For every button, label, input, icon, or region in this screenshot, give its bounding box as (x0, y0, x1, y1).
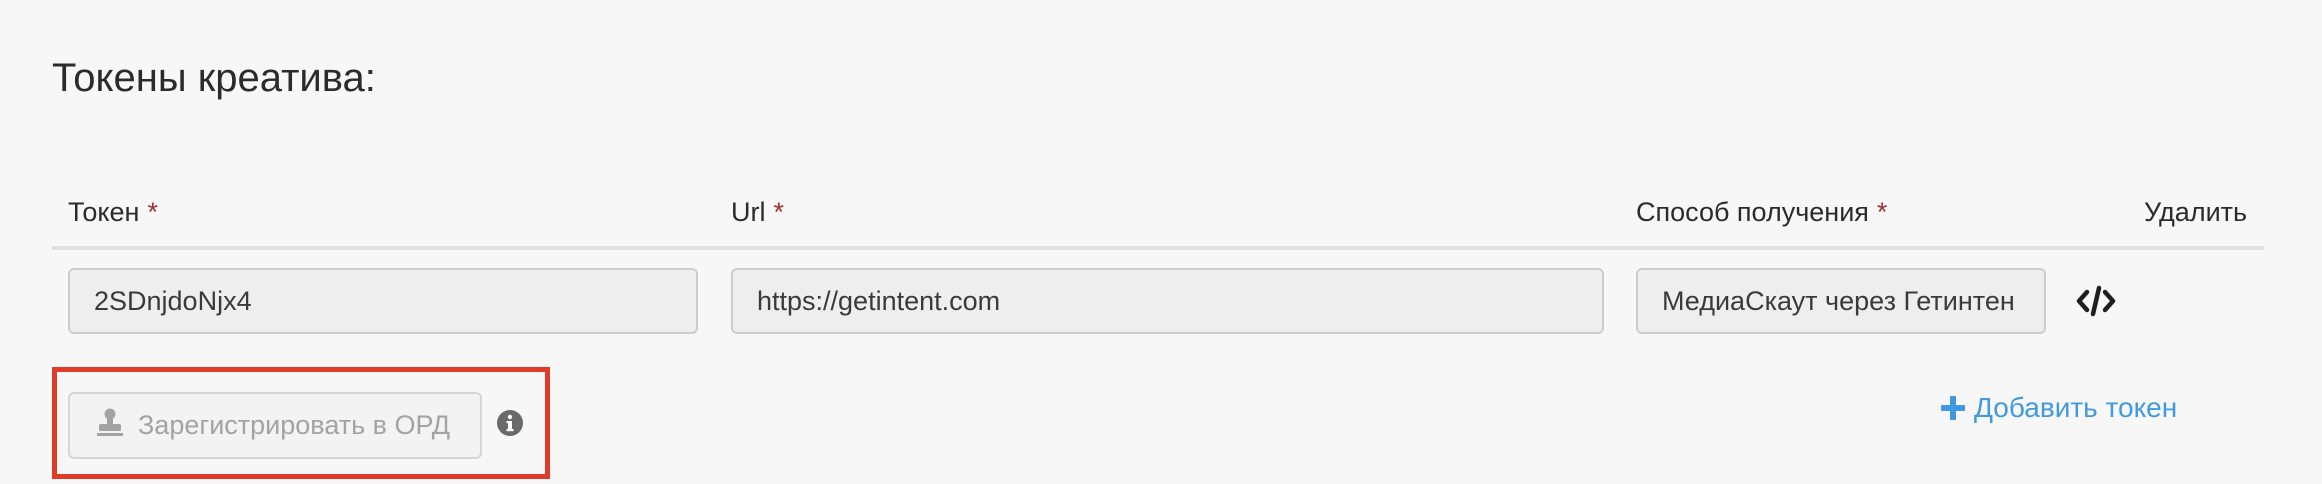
section-title: Токены креатива: (52, 56, 376, 100)
column-header-token-label: Токен (68, 197, 140, 227)
stamp-icon (96, 408, 124, 443)
column-header-delete-label: Удалить (2144, 197, 2248, 227)
code-icon[interactable] (2076, 284, 2116, 318)
column-header-token: Токен * (68, 192, 158, 232)
register-ord-label: Зарегистрировать в ОРД (138, 410, 451, 440)
required-mark: * (773, 197, 785, 227)
plus-icon (1940, 395, 1966, 421)
column-header-method-label: Способ получения (1636, 197, 1869, 227)
creative-tokens-panel: Токены креатива: Токен * Url * Способ полу… (0, 0, 2322, 484)
header-divider (52, 246, 2264, 250)
required-mark: * (1876, 197, 1888, 227)
column-header-url: Url * (731, 192, 784, 232)
method-select[interactable]: МедиаСкаут через Гетинтен (1636, 268, 2046, 334)
column-header-delete: Удалить (2144, 192, 2247, 232)
register-ord-button[interactable]: Зарегистрировать в ОРД (68, 392, 482, 459)
add-token-link[interactable]: Добавить токен (1940, 392, 2177, 424)
column-header-url-label: Url (731, 197, 766, 227)
add-token-label: Добавить токен (1974, 392, 2178, 423)
info-icon[interactable] (496, 409, 524, 437)
column-header-method: Способ получения * (1636, 192, 1887, 232)
token-field[interactable]: 2SDnjdoNjx4 (68, 268, 698, 334)
url-field[interactable]: https://getintent.com (731, 268, 1604, 334)
required-mark: * (147, 197, 158, 227)
